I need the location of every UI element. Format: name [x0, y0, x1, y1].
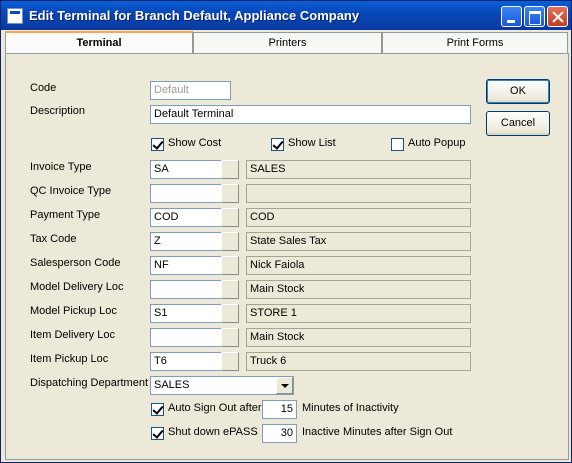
- description-label: Description: [30, 105, 86, 117]
- app-icon: [7, 8, 23, 24]
- tab-strip: Terminal Printers Print Forms: [5, 31, 569, 53]
- tab-printers[interactable]: Printers: [193, 32, 382, 53]
- shut-down-minutes-field[interactable]: 30: [262, 424, 297, 443]
- model-pickup-loc-code[interactable]: S1: [150, 304, 222, 323]
- qc-invoice-type-label: QC Invoice Type: [30, 185, 112, 197]
- item-pickup-loc-label: Item Pickup Loc: [30, 353, 109, 365]
- payment-type-lookup-button[interactable]: [221, 208, 239, 227]
- item-pickup-loc-code[interactable]: T6: [150, 352, 222, 371]
- description-field[interactable]: Default Terminal: [150, 105, 471, 124]
- invoice-type-lookup-button[interactable]: [221, 160, 239, 179]
- model-delivery-loc-lookup-button[interactable]: [221, 280, 239, 299]
- payment-type-code[interactable]: COD: [150, 208, 222, 227]
- item-pickup-loc-lookup-button[interactable]: [221, 352, 239, 371]
- tab-print-forms[interactable]: Print Forms: [382, 32, 568, 53]
- model-pickup-loc-desc: STORE 1: [246, 304, 471, 323]
- window-title: Edit Terminal for Branch Default, Applia…: [29, 8, 360, 23]
- show-list-checkbox[interactable]: [271, 138, 284, 151]
- item-delivery-loc-lookup-button[interactable]: [221, 328, 239, 347]
- edit-terminal-window: Edit Terminal for Branch Default, Applia…: [0, 0, 572, 463]
- close-button[interactable]: [547, 6, 568, 27]
- model-delivery-loc-desc: Main Stock: [246, 280, 471, 299]
- salesperson-code-label: Salesperson Code: [30, 257, 121, 269]
- dispatching-department-label: Dispatching Department: [30, 377, 149, 389]
- invoice-type-desc: SALES: [246, 160, 471, 179]
- model-delivery-loc-label: Model Delivery Loc: [30, 281, 124, 293]
- tax-code-label: Tax Code: [30, 233, 77, 245]
- salesperson-code-lookup-button[interactable]: [221, 256, 239, 275]
- maximize-button[interactable]: [524, 6, 545, 27]
- ok-button[interactable]: OK: [486, 79, 550, 104]
- model-delivery-loc-code[interactable]: [150, 280, 222, 299]
- dispatching-department-select[interactable]: SALES: [150, 376, 294, 395]
- tax-code-lookup-button[interactable]: [221, 232, 239, 251]
- tab-terminal[interactable]: Terminal: [5, 31, 193, 53]
- auto-sign-out-suffix: Minutes of Inactivity: [302, 402, 399, 414]
- item-pickup-loc-desc: Truck 6: [246, 352, 471, 371]
- auto-popup-label: Auto Popup: [408, 137, 466, 149]
- title-bar[interactable]: Edit Terminal for Branch Default, Applia…: [1, 1, 571, 30]
- payment-type-desc: COD: [246, 208, 471, 227]
- cancel-button[interactable]: Cancel: [486, 111, 550, 136]
- item-delivery-loc-code[interactable]: [150, 328, 222, 347]
- shut-down-epass-label: Shut down ePASS: [168, 426, 258, 438]
- model-pickup-loc-lookup-button[interactable]: [221, 304, 239, 323]
- item-delivery-loc-desc: Main Stock: [246, 328, 471, 347]
- auto-sign-out-checkbox[interactable]: [151, 403, 164, 416]
- shut-down-suffix: Inactive Minutes after Sign Out: [302, 426, 453, 438]
- chevron-down-icon[interactable]: [276, 377, 293, 394]
- show-cost-label: Show Cost: [168, 137, 222, 149]
- auto-sign-out-label: Auto Sign Out after: [168, 402, 262, 414]
- payment-type-label: Payment Type: [30, 209, 101, 221]
- salesperson-code-desc: Nick Faiola: [246, 256, 471, 275]
- qc-invoice-type-desc: [246, 184, 471, 203]
- show-list-label: Show List: [288, 137, 336, 149]
- model-pickup-loc-label: Model Pickup Loc: [30, 305, 117, 317]
- tax-code-code[interactable]: Z: [150, 232, 222, 251]
- auto-sign-out-minutes-field[interactable]: 15: [262, 400, 297, 419]
- dispatching-department-value: SALES: [154, 379, 190, 391]
- qc-invoice-type-code[interactable]: [150, 184, 222, 203]
- shut-down-epass-checkbox[interactable]: [151, 427, 164, 440]
- qc-invoice-type-lookup-button[interactable]: [221, 184, 239, 203]
- tax-code-desc: State Sales Tax: [246, 232, 471, 251]
- show-cost-checkbox[interactable]: [151, 138, 164, 151]
- invoice-type-code[interactable]: SA: [150, 160, 222, 179]
- code-label: Code: [30, 82, 57, 94]
- terminal-tab-panel: Code Default Description Default Termina…: [5, 53, 569, 460]
- code-field: Default: [150, 81, 231, 100]
- invoice-type-label: Invoice Type: [30, 161, 92, 173]
- salesperson-code-code[interactable]: NF: [150, 256, 222, 275]
- auto-popup-checkbox[interactable]: [391, 138, 404, 151]
- item-delivery-loc-label: Item Delivery Loc: [30, 329, 115, 341]
- minimize-button[interactable]: [501, 6, 522, 27]
